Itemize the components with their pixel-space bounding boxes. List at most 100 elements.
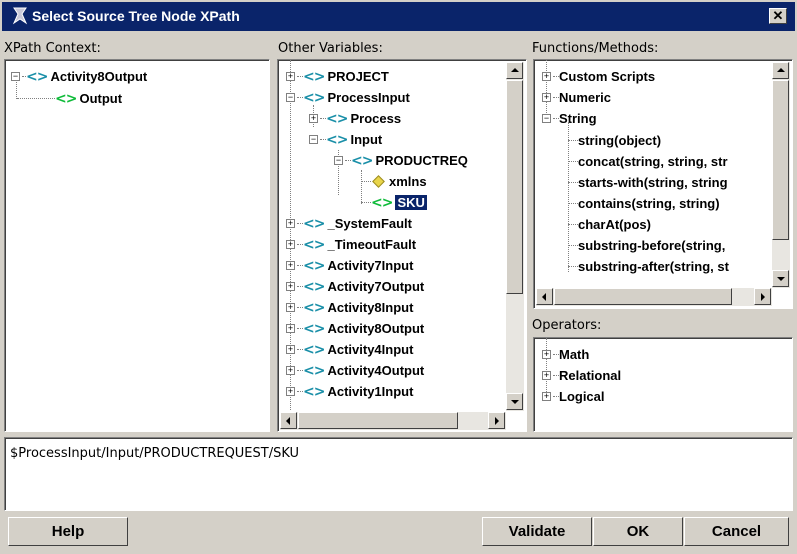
node-label: string(object) bbox=[578, 133, 662, 148]
expand-icon[interactable]: + bbox=[542, 371, 551, 380]
functions-horizontal-scrollbar[interactable] bbox=[536, 288, 772, 306]
function-item[interactable]: string(object) bbox=[568, 130, 661, 151]
function-item[interactable]: substring-after(string, st bbox=[568, 256, 729, 277]
arrow-up-icon bbox=[777, 68, 785, 72]
node-label: Activity4Input bbox=[327, 342, 414, 357]
expand-icon[interactable]: + bbox=[286, 387, 295, 396]
tree-node[interactable]: + <> _TimeoutFault bbox=[286, 234, 416, 255]
tree-node[interactable]: + <> Activity8Input bbox=[286, 297, 413, 318]
node-label: Activity1Input bbox=[327, 384, 414, 399]
function-category[interactable]: + Custom Scripts bbox=[542, 66, 655, 87]
scroll-down-button[interactable] bbox=[772, 270, 789, 287]
function-item[interactable]: charAt(pos) bbox=[568, 214, 651, 235]
expand-icon[interactable]: + bbox=[542, 350, 551, 359]
context-tree-node[interactable]: − <> Activity8Output bbox=[11, 66, 147, 87]
operator-category[interactable]: + Relational bbox=[542, 365, 621, 386]
node-label: Activity7Output bbox=[327, 279, 425, 294]
scroll-thumb[interactable] bbox=[772, 80, 789, 240]
arrow-right-icon bbox=[761, 293, 765, 301]
collapse-icon[interactable]: − bbox=[334, 156, 343, 165]
node-label: PROJECT bbox=[327, 69, 389, 84]
scroll-thumb[interactable] bbox=[554, 288, 732, 305]
node-label: Output bbox=[79, 91, 123, 106]
close-button[interactable]: ✕ bbox=[769, 8, 787, 24]
scroll-down-button[interactable] bbox=[506, 393, 523, 410]
node-label: substring-after(string, st bbox=[578, 259, 729, 274]
node-label: charAt(pos) bbox=[578, 217, 651, 232]
element-tag-icon: <> bbox=[303, 362, 325, 379]
tree-node[interactable]: + <> _SystemFault bbox=[286, 213, 412, 234]
tree-node[interactable]: + <> Activity4Input bbox=[286, 339, 413, 360]
collapse-icon[interactable]: − bbox=[11, 72, 20, 81]
tree-node[interactable]: + <> Activity4Output bbox=[286, 360, 424, 381]
cancel-button[interactable]: Cancel bbox=[684, 517, 789, 546]
variables-horizontal-scrollbar[interactable] bbox=[280, 412, 506, 430]
node-label: concat(string, string, str bbox=[578, 154, 728, 169]
node-label: _TimeoutFault bbox=[327, 237, 417, 252]
tree-node[interactable]: + <> PROJECT bbox=[286, 66, 389, 87]
tree-node[interactable]: + <> Activity8Output bbox=[286, 318, 424, 339]
expand-icon[interactable]: + bbox=[542, 392, 551, 401]
operator-category[interactable]: + Math bbox=[542, 344, 589, 365]
tree-node[interactable]: + <> Process bbox=[309, 108, 401, 129]
expand-icon[interactable]: + bbox=[286, 366, 295, 375]
node-label: starts-with(string, string bbox=[578, 175, 728, 190]
collapse-icon[interactable]: − bbox=[542, 114, 551, 123]
arrow-up-icon bbox=[511, 68, 519, 72]
expand-icon[interactable]: + bbox=[286, 324, 295, 333]
scroll-up-button[interactable] bbox=[506, 62, 523, 79]
node-label: String bbox=[559, 111, 597, 126]
element-tag-icon: <> bbox=[55, 90, 77, 107]
function-item[interactable]: substring-before(string, bbox=[568, 235, 725, 256]
scroll-left-button[interactable] bbox=[280, 412, 297, 429]
node-label: Numeric bbox=[559, 90, 612, 105]
tree-node[interactable]: + <> Activity7Input bbox=[286, 255, 413, 276]
xpath-expression-field[interactable]: $ProcessInput/Input/PRODUCTREQUEST/SKU bbox=[4, 437, 793, 511]
function-item[interactable]: concat(string, string, str bbox=[568, 151, 728, 172]
collapse-icon[interactable]: − bbox=[286, 93, 295, 102]
validate-button[interactable]: Validate bbox=[482, 517, 592, 546]
collapse-icon[interactable]: − bbox=[309, 135, 318, 144]
expand-icon[interactable]: + bbox=[286, 345, 295, 354]
function-item[interactable]: starts-with(string, string bbox=[568, 172, 728, 193]
tree-node[interactable]: − <> PRODUCTREQ bbox=[334, 150, 468, 171]
scroll-right-button[interactable] bbox=[754, 288, 771, 305]
scroll-up-button[interactable] bbox=[772, 62, 789, 79]
tree-node[interactable]: + <> Activity1Input bbox=[286, 381, 413, 402]
expand-icon[interactable]: + bbox=[286, 282, 295, 291]
tree-node-selected[interactable]: <> SKU bbox=[361, 192, 427, 213]
function-item[interactable]: contains(string, string) bbox=[568, 193, 720, 214]
expand-icon[interactable]: + bbox=[309, 114, 318, 123]
expand-icon[interactable]: + bbox=[286, 72, 295, 81]
tree-node[interactable]: − <> Input bbox=[309, 129, 382, 150]
scroll-left-button[interactable] bbox=[536, 288, 553, 305]
node-label: substring-before(string, bbox=[578, 238, 726, 253]
expand-icon[interactable]: + bbox=[286, 219, 295, 228]
help-button[interactable]: Help bbox=[8, 517, 128, 546]
scroll-right-button[interactable] bbox=[488, 412, 505, 429]
tree-node[interactable]: − <> ProcessInput bbox=[286, 87, 410, 108]
expand-icon[interactable]: + bbox=[286, 261, 295, 270]
other-variables-panel: + <> PROJECT − <> ProcessInput + <> Proc… bbox=[277, 59, 527, 432]
functions-vertical-scrollbar[interactable] bbox=[772, 62, 790, 288]
xpath-expression-text: $ProcessInput/Input/PRODUCTREQUEST/SKU bbox=[10, 446, 300, 461]
operator-category[interactable]: + Logical bbox=[542, 386, 605, 407]
function-category[interactable]: + Numeric bbox=[542, 87, 611, 108]
expand-icon[interactable]: + bbox=[542, 93, 551, 102]
ok-button[interactable]: OK bbox=[593, 517, 683, 546]
expand-icon[interactable]: + bbox=[286, 303, 295, 312]
node-label: contains(string, string) bbox=[578, 196, 720, 211]
expand-icon[interactable]: + bbox=[542, 72, 551, 81]
element-tag-icon: <> bbox=[303, 341, 325, 358]
title-bar: Select Source Tree Node XPath ✕ bbox=[0, 0, 797, 31]
function-category[interactable]: − String bbox=[542, 108, 597, 129]
tree-node[interactable]: + <> Activity7Output bbox=[286, 276, 424, 297]
expand-icon[interactable]: + bbox=[286, 240, 295, 249]
node-label: ProcessInput bbox=[327, 90, 410, 105]
context-tree-node[interactable]: <> Output bbox=[17, 88, 122, 109]
scroll-thumb[interactable] bbox=[506, 80, 523, 294]
variables-vertical-scrollbar[interactable] bbox=[506, 62, 524, 411]
tree-node[interactable]: xmlns bbox=[361, 171, 427, 192]
scroll-thumb[interactable] bbox=[298, 412, 458, 429]
functions-label: Functions/Methods: bbox=[532, 41, 659, 56]
